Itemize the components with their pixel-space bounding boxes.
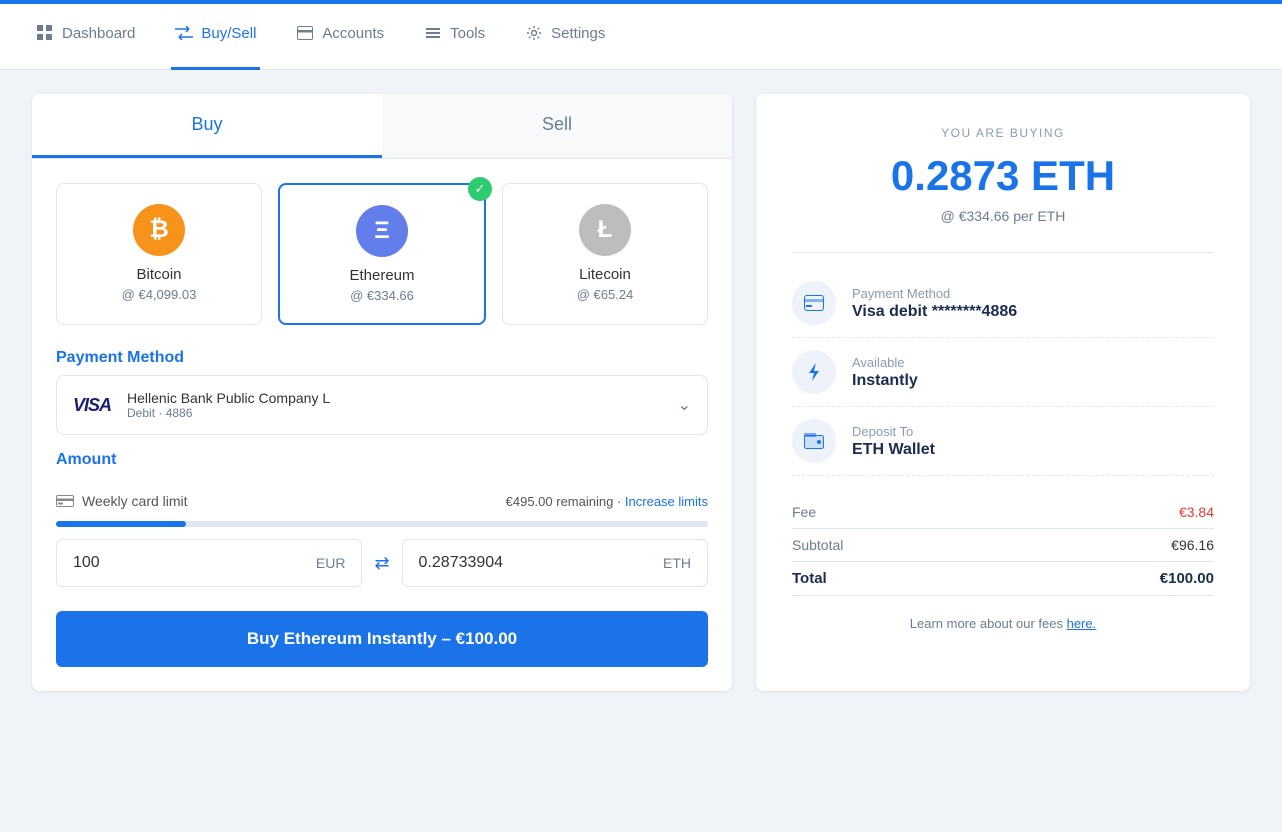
selected-check: ✓ [468,177,492,201]
info-row-payment: Payment Method Visa debit ********4886 [792,269,1214,338]
tab-row: Buy Sell [32,94,732,159]
swap-icon[interactable]: ⇄ [374,553,389,574]
increase-limits-link[interactable]: Increase limits [625,494,708,509]
left-panel: Buy Sell ₿ Bitcoin @ €4,099.03 ✓ Ξ Ether… [32,94,732,691]
fee-value: €3.84 [1179,504,1214,520]
deposit-to-value: ETH Wallet [852,441,935,459]
payment-method-value: Visa debit ********4886 [852,303,1017,321]
total-label: Total [792,570,827,587]
main-content: Buy Sell ₿ Bitcoin @ €4,099.03 ✓ Ξ Ether… [0,70,1282,715]
progress-bar-container [56,521,708,527]
visa-logo: VISA [73,395,111,416]
crypto-card-ethereum[interactable]: ✓ Ξ Ethereum @ €334.66 [278,183,486,325]
card-icon [296,24,314,42]
nav-buysell[interactable]: Buy/Sell [171,0,260,70]
buy-rate: @ €334.66 per ETH [792,208,1214,224]
bitcoin-icon: ₿ [133,204,185,256]
topnav: Dashboard Buy/Sell Accounts Tools Settin… [0,0,1282,70]
subtotal-value: €96.16 [1171,537,1214,553]
litecoin-icon: Ł [579,204,631,256]
total-row: Total €100.00 [792,562,1214,596]
card-limit-icon [56,495,74,507]
tools-icon [424,24,442,42]
payment-selector[interactable]: VISA Hellenic Bank Public Company L Debi… [56,375,708,435]
bolt-icon [804,362,824,382]
payment-method-label: Payment Method [852,286,1017,301]
limit-right: €495.00 remaining · Increase limits [506,494,708,509]
deposit-to-label: Deposit To [852,424,935,439]
total-value: €100.00 [1160,570,1214,587]
divider-1 [792,252,1214,253]
subtotal-row: Subtotal €96.16 [792,529,1214,562]
limit-row: Weekly card limit €495.00 remaining · In… [32,477,732,517]
bank-name: Hellenic Bank Public Company L [127,390,678,406]
eth-input[interactable] [419,554,663,572]
info-row-available: Available Instantly [792,338,1214,407]
learn-more-text: Learn more about our fees here. [792,616,1214,631]
eur-currency-label: EUR [316,555,346,571]
eth-currency-label: ETH [663,555,691,571]
fee-row: Fee €3.84 [792,496,1214,529]
card-type: Debit · 4886 [127,406,678,420]
nav-dashboard-label: Dashboard [62,25,135,42]
fee-label: Fee [792,504,816,520]
tab-sell[interactable]: Sell [382,94,732,158]
wallet-icon [804,431,824,451]
subtotal-label: Subtotal [792,537,843,553]
deposit-icon-circle [792,419,836,463]
progress-bar-fill [56,521,186,527]
litecoin-price: @ €65.24 [519,287,691,302]
ethereum-name: Ethereum [296,267,468,284]
fee-section: Fee €3.84 Subtotal €96.16 Total €100.00 [792,496,1214,596]
crypto-card-bitcoin[interactable]: ₿ Bitcoin @ €4,099.03 [56,183,262,325]
you-are-buying-label: YOU ARE BUYING [792,126,1214,140]
payment-section-label: Payment Method [32,333,732,375]
right-panel: YOU ARE BUYING 0.2873 ETH @ €334.66 per … [756,94,1250,691]
nav-tools[interactable]: Tools [420,0,489,70]
nav-accounts[interactable]: Accounts [292,0,388,70]
remaining-text: €495.00 remaining [506,494,614,509]
crypto-row: ₿ Bitcoin @ €4,099.03 ✓ Ξ Ethereum @ €33… [32,159,732,333]
payment-info-block: Payment Method Visa debit ********4886 [852,286,1017,321]
learn-more-link[interactable]: here. [1067,616,1097,631]
eth-input-box: ETH [402,539,708,587]
nav-settings-label: Settings [551,25,605,42]
available-info-block: Available Instantly [852,355,918,390]
eur-input[interactable] [73,554,316,572]
credit-card-icon [804,293,824,313]
tab-buy[interactable]: Buy [32,94,382,158]
litecoin-name: Litecoin [519,266,691,283]
amount-section-label: Amount [32,435,732,477]
payment-info: Hellenic Bank Public Company L Debit · 4… [127,390,678,420]
exchange-icon [175,24,193,42]
available-value: Instantly [852,372,918,390]
buy-amount-display: 0.2873 ETH [792,152,1214,200]
amount-row: EUR ⇄ ETH [32,539,732,611]
grid-icon [36,24,54,42]
available-icon-circle [792,350,836,394]
available-label: Available [852,355,918,370]
eur-input-box: EUR [56,539,362,587]
buy-button[interactable]: Buy Ethereum Instantly – €100.00 [56,611,708,667]
limit-left: Weekly card limit [56,493,188,509]
nav-accounts-label: Accounts [322,25,384,42]
payment-icon-circle [792,281,836,325]
bitcoin-price: @ €4,099.03 [73,287,245,302]
nav-tools-label: Tools [450,25,485,42]
gear-icon [525,24,543,42]
nav-buysell-label: Buy/Sell [201,25,256,42]
bitcoin-name: Bitcoin [73,266,245,283]
ethereum-icon: Ξ [356,205,408,257]
nav-settings[interactable]: Settings [521,0,609,70]
crypto-card-litecoin[interactable]: Ł Litecoin @ €65.24 [502,183,708,325]
ethereum-price: @ €334.66 [296,288,468,303]
chevron-down-icon: ⌄ [678,395,691,415]
info-row-deposit: Deposit To ETH Wallet [792,407,1214,476]
nav-dashboard[interactable]: Dashboard [32,0,139,70]
deposit-info-block: Deposit To ETH Wallet [852,424,935,459]
weekly-limit-label: Weekly card limit [82,493,188,509]
